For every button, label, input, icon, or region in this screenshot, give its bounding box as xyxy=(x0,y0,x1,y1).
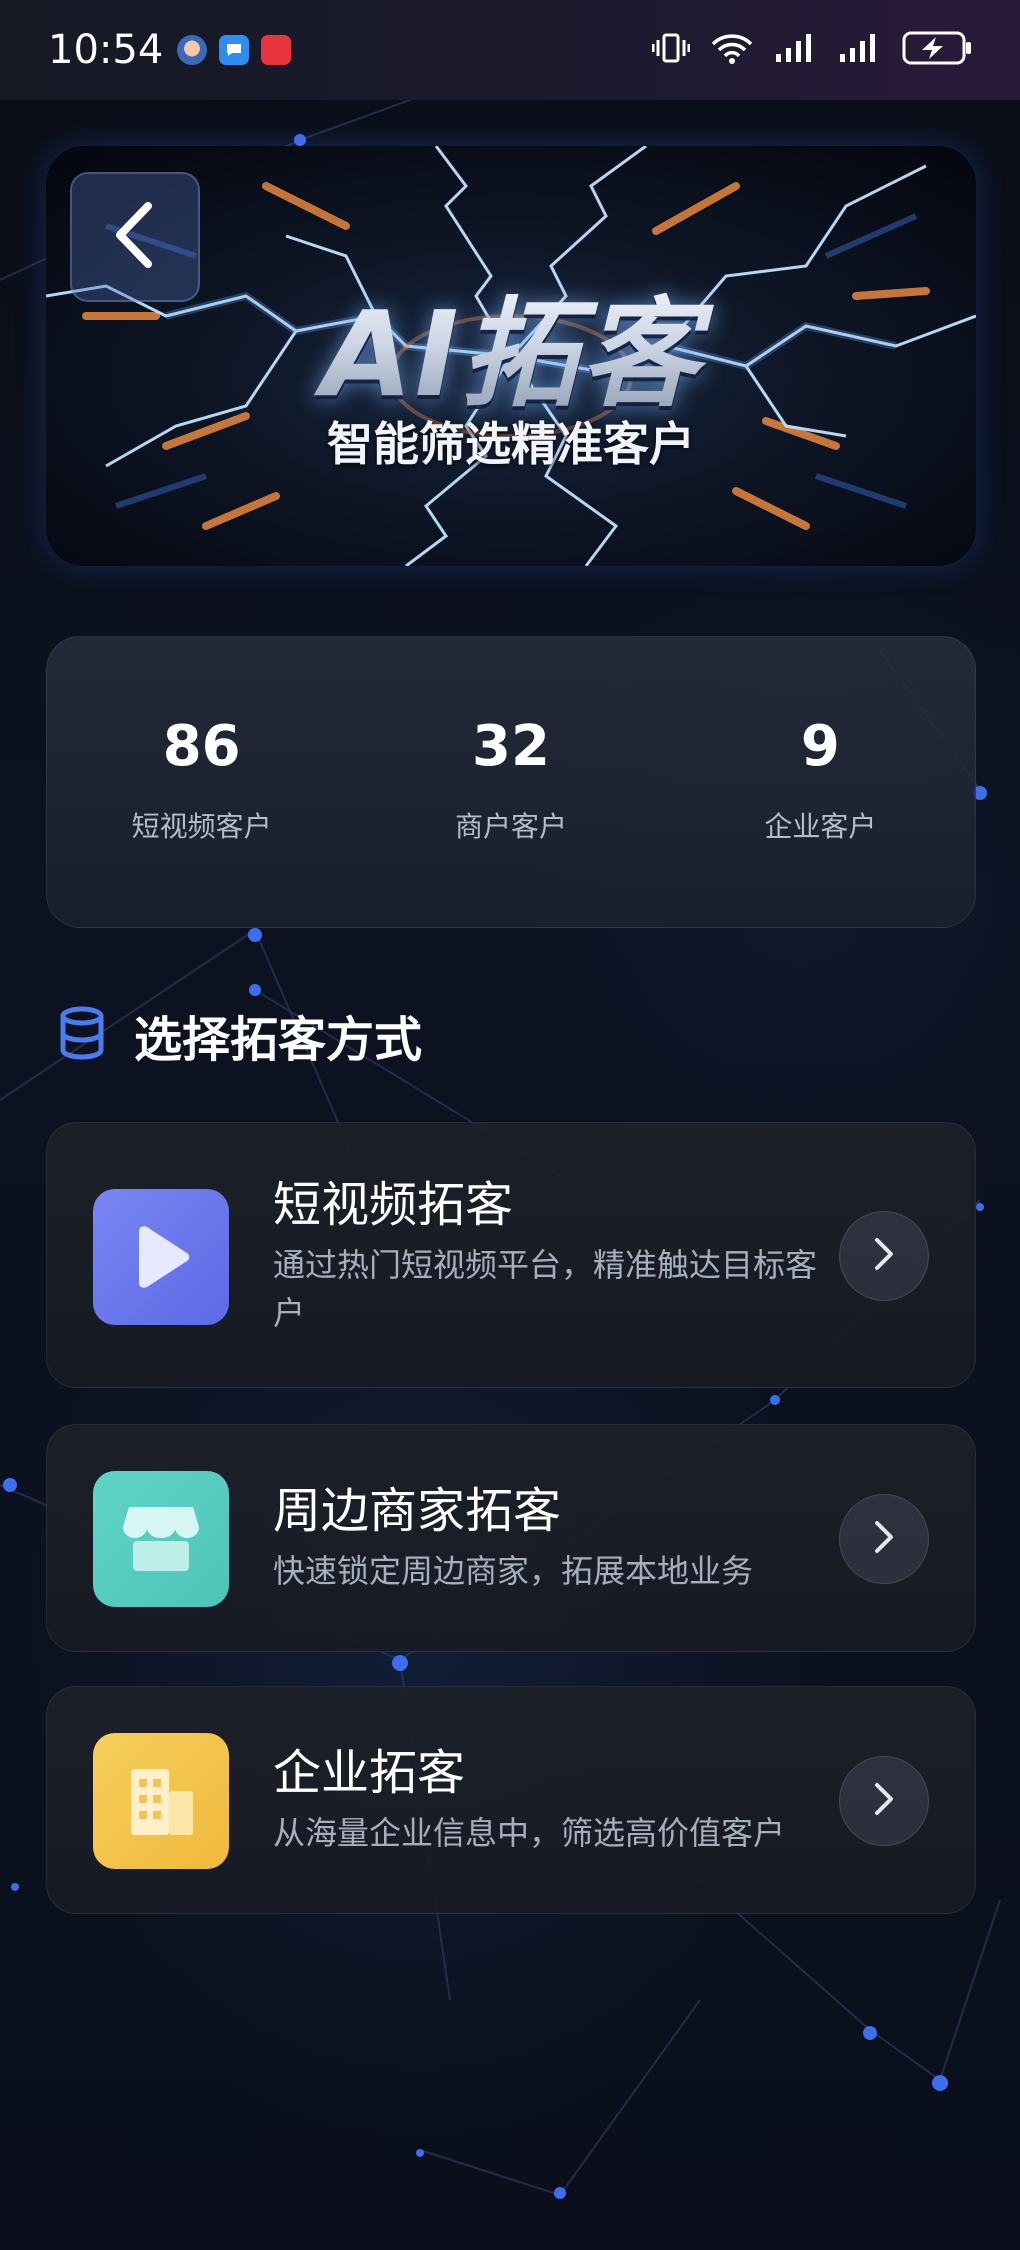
stat-label: 企业客户 xyxy=(764,810,877,843)
stat-enterprise-customers: 9 企业客户 xyxy=(666,719,975,845)
method-card-enterprise[interactable]: 企业拓客 从海量企业信息中，筛选高价值客户 xyxy=(46,1686,976,1914)
play-icon xyxy=(93,1189,229,1325)
method-title: 企业拓客 xyxy=(273,1745,466,1801)
section-heading: 选择拓客方式 xyxy=(58,1000,422,1070)
chevron-right-button[interactable] xyxy=(839,1756,929,1846)
method-card-nearby-merchants[interactable]: 周边商家拓客 快速锁定周边商家，拓展本地业务 xyxy=(46,1424,976,1652)
message-app-icon xyxy=(219,35,250,65)
chevron-right-button[interactable] xyxy=(839,1211,929,1301)
avatar-app-icon xyxy=(177,35,208,65)
chevron-left-icon xyxy=(110,200,160,274)
method-description: 通过热门短视频平台，精准触达目标客户 xyxy=(273,1246,818,1332)
status-bar: 10:54 xyxy=(0,0,1020,100)
stat-short-video-customers: 86 短视频客户 xyxy=(47,719,356,845)
stat-merchant-customers: 32 商户客户 xyxy=(356,719,665,845)
signal-icon xyxy=(774,32,818,68)
method-card-short-video[interactable]: 短视频拓客 通过热门短视频平台，精准触达目标客户 xyxy=(46,1122,976,1388)
stat-value: 9 xyxy=(800,714,840,779)
back-button[interactable] xyxy=(70,172,200,302)
stat-label: 短视频客户 xyxy=(131,810,272,843)
stat-label: 商户客户 xyxy=(454,810,567,843)
building-icon xyxy=(93,1733,229,1869)
chevron-right-icon xyxy=(873,1236,895,1276)
database-icon xyxy=(58,1006,106,1064)
stat-value: 86 xyxy=(162,714,241,779)
section-title: 选择拓客方式 xyxy=(134,1012,423,1068)
wifi-icon xyxy=(710,32,754,68)
chevron-right-icon xyxy=(873,1519,895,1559)
customer-stats-card: 86 短视频客户 32 商户客户 9 企业客户 xyxy=(46,636,976,928)
method-title: 周边商家拓客 xyxy=(273,1483,562,1539)
store-icon xyxy=(93,1471,229,1607)
battery-charging-icon xyxy=(902,31,972,69)
method-description: 从海量企业信息中，筛选高价值客户 xyxy=(273,1814,786,1852)
stat-value: 32 xyxy=(472,714,550,779)
banner-subtitle: 智能筛选精准客户 xyxy=(327,417,695,471)
chevron-right-icon xyxy=(873,1781,895,1821)
chevron-right-button[interactable] xyxy=(839,1494,929,1584)
status-time: 10:54 xyxy=(48,27,164,73)
red-app-icon xyxy=(261,35,292,65)
vibrate-icon xyxy=(651,32,691,68)
method-description: 快速锁定周边商家，拓展本地业务 xyxy=(273,1552,754,1590)
signal-icon xyxy=(838,32,882,68)
method-title: 短视频拓客 xyxy=(273,1177,514,1233)
